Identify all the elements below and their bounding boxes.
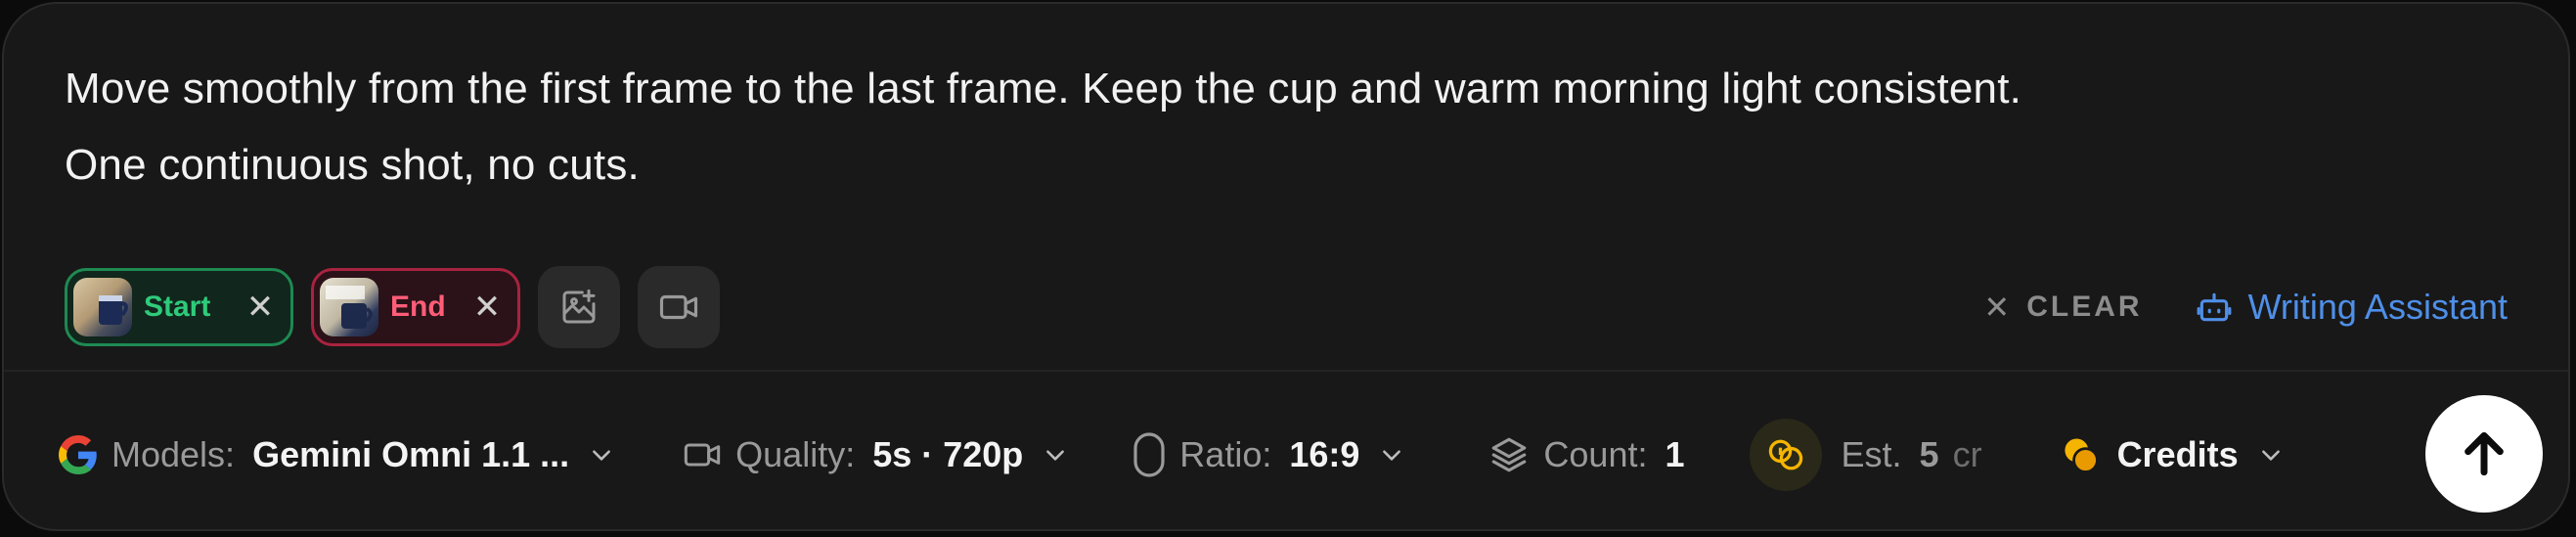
writing-assistant-label: Writing Assistant: [2247, 287, 2508, 327]
prompt-line-1: Move smoothly from the first frame to th…: [65, 65, 2022, 112]
chevron-down-icon: [2261, 450, 2280, 461]
models-value: Gemini Omni 1.1 ...: [252, 434, 570, 474]
estimate-display: Est. 5 cr: [1749, 419, 1982, 491]
ratio-selector[interactable]: Ratio: 16:9: [1133, 431, 1404, 478]
est-value: 5: [1919, 434, 1939, 474]
ratio-value: 16:9: [1289, 434, 1360, 474]
est-label: Est.: [1841, 434, 1902, 474]
clear-icon: ✕: [1983, 290, 2014, 325]
count-selector[interactable]: Count: 1: [1488, 434, 1685, 475]
clear-button[interactable]: ✕ CLEAR: [1983, 289, 2142, 326]
quality-label: Quality:: [735, 434, 856, 474]
send-button[interactable]: [2425, 395, 2543, 513]
google-logo-icon: [59, 435, 97, 474]
remove-start-icon[interactable]: ✕: [245, 288, 275, 327]
composer-tools: ✕ CLEAR Writing Assistant: [1983, 280, 2508, 335]
chevron-down-icon: [593, 450, 611, 461]
credits-icon: [2064, 438, 2099, 473]
end-frame-chip[interactable]: End ✕: [311, 268, 520, 346]
clear-label: CLEAR: [2026, 291, 2143, 323]
video-camera-icon: [684, 443, 721, 467]
robot-icon: [2197, 292, 2231, 322]
credits-label: Credits: [2116, 434, 2239, 474]
aspect-ratio-icon: [1133, 432, 1165, 477]
remove-end-icon[interactable]: ✕: [472, 288, 502, 327]
end-frame-thumbnail: [320, 278, 378, 336]
count-value: 1: [1665, 434, 1685, 474]
credits-menu[interactable]: Credits: [2059, 433, 2284, 476]
image-plus-icon: [562, 289, 596, 324]
models-label: Models:: [111, 434, 236, 474]
add-image-button[interactable]: [538, 266, 620, 348]
layers-icon: [1492, 437, 1527, 472]
coins-icon: [1749, 419, 1822, 491]
writing-assistant-button[interactable]: Writing Assistant: [2196, 287, 2508, 328]
start-frame-thumbnail: [73, 278, 132, 336]
models-selector[interactable]: Models: Gemini Omni 1.1 ...: [59, 434, 614, 475]
add-video-button[interactable]: [638, 266, 720, 348]
count-label: Count:: [1543, 434, 1648, 474]
prompt-line-2: One continuous shot, no cuts.: [65, 141, 640, 189]
divider: [4, 370, 2568, 372]
prompt-textarea[interactable]: Move smoothly from the first frame to th…: [65, 51, 2392, 203]
chevron-down-icon: [1383, 450, 1401, 461]
quality-selector[interactable]: Quality: 5s · 720p: [683, 434, 1068, 475]
ratio-label: Ratio:: [1179, 434, 1272, 474]
arrow-up-icon: [2465, 431, 2504, 476]
quality-value: 5s · 720p: [872, 434, 1024, 474]
chevron-down-icon: [1046, 450, 1065, 461]
start-frame-chip[interactable]: Start ✕: [65, 268, 293, 346]
start-chip-label: Start: [144, 291, 211, 323]
est-unit: cr: [1952, 434, 1982, 474]
video-camera-icon: [659, 294, 698, 320]
prompt-composer: Move smoothly from the first frame to th…: [2, 2, 2570, 531]
attachment-row: Start ✕ End ✕: [65, 266, 720, 348]
settings-bar: Models: Gemini Omni 1.1 ... Quality: 5s …: [59, 411, 2284, 499]
end-chip-label: End: [390, 291, 446, 323]
